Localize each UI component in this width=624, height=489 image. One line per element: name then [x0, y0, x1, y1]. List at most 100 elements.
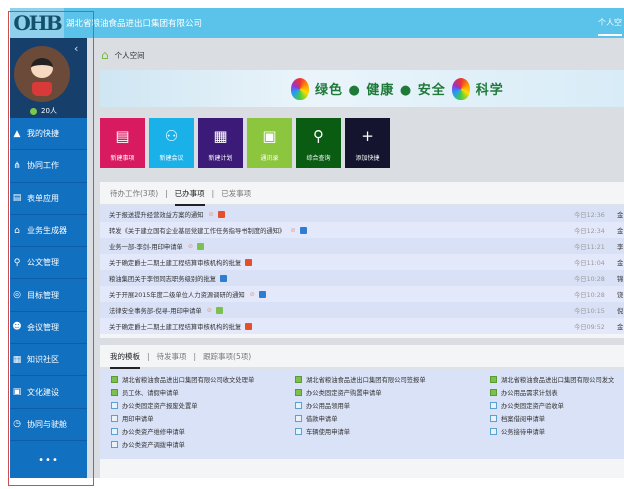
- form-icon: [490, 428, 497, 435]
- attachment-icon: ⊘: [249, 290, 255, 298]
- tab-separator: |: [193, 351, 197, 361]
- tab[interactable]: 已办事项: [174, 182, 205, 206]
- tab[interactable]: 待发事项: [157, 351, 187, 362]
- tab[interactable]: 已发事项: [221, 188, 251, 199]
- online-status-icon: [30, 107, 37, 115]
- tile-label: 综合查询: [306, 155, 331, 162]
- template-item[interactable]: 办公用品需求计划表: [490, 386, 624, 399]
- template-item[interactable]: 用印申请单: [111, 412, 295, 425]
- tile-label: 新建事项: [110, 155, 135, 162]
- slogan-banner: 绿色 ● 健康 ● 安全 科学: [100, 70, 624, 107]
- sidebar-item-label: 协同与驶舱: [27, 419, 67, 429]
- template-item[interactable]: 办公类固定资产报废处置单: [111, 399, 295, 412]
- work-row[interactable]: 关于确定爵士二期土建工程结算审核机构的批复 今日11:04 金: [100, 254, 624, 270]
- sidebar-item-label: 公文管理: [27, 258, 59, 268]
- row-title[interactable]: 关于确定爵士二期土建工程结算审核机构的批复: [109, 322, 241, 331]
- row-title[interactable]: 转发《关于建立国有企业基层党建工作任务指导书制度的通知》: [109, 226, 285, 235]
- tile-label: 添加快捷: [355, 155, 380, 162]
- form-icon: [490, 376, 497, 383]
- template-label: 车辆使用申请单: [306, 429, 351, 436]
- row-title[interactable]: 关于报送提升经营效益方案的通知: [109, 210, 203, 219]
- avatar[interactable]: [14, 46, 70, 102]
- tab[interactable]: 我的模板: [110, 345, 140, 369]
- doc-type-icon: [258, 290, 266, 298]
- row-time: 今日10:15: [574, 307, 605, 315]
- sidebar-item[interactable]: ◷ 协同与驶舱: [10, 409, 87, 441]
- row-title[interactable]: 关于开展2015年度二级单位人力资源调研的通知: [109, 290, 245, 299]
- quick-tile[interactable]: + 添加快捷: [345, 118, 390, 168]
- row-time: 今日12:36: [574, 211, 605, 219]
- row-title[interactable]: 粮油集团关于李恒同志职务级别的批复: [109, 274, 216, 283]
- sidebar-item-label: 表单应用: [27, 193, 59, 203]
- sidebar-item[interactable]: ⚲ 公文管理: [10, 247, 87, 280]
- template-item[interactable]: 车辆使用申请单: [295, 425, 490, 438]
- home-icon[interactable]: ⌂: [101, 48, 109, 62]
- main-content: ⌂ 个人空间 绿色 ● 健康 ● 安全 科学 ▤ 新建事项 ⚇ 新建会议 ▦ 新建计划 ▣ 通讯…: [87, 38, 624, 478]
- tile-label: 新建计划: [208, 155, 233, 162]
- template-label: 办公类资产调拨申请单: [122, 442, 185, 449]
- template-item[interactable]: 办公类资产维修申请单: [111, 425, 295, 438]
- template-item[interactable]: 档案借阅申请单: [490, 412, 624, 425]
- quick-tile[interactable]: ⚲ 综合查询: [296, 118, 341, 168]
- sidebar-item-label: 业务生成器: [27, 226, 67, 236]
- sidebar-item-label: 知识社区: [27, 355, 59, 365]
- attachment-icon: ⊘: [208, 210, 214, 218]
- sidebar-item[interactable]: ▤ 表单应用: [10, 183, 87, 215]
- row-title[interactable]: 业务一部-李剑-用印申请单: [109, 242, 183, 251]
- row-sender: 锦: [617, 275, 624, 283]
- form-icon: [295, 389, 302, 396]
- tile-icon: +: [361, 127, 374, 145]
- sidebar-item[interactable]: ⌂ 业务生成器: [10, 215, 87, 248]
- template-label: 员工休、请假申请单: [122, 390, 179, 397]
- sidebar-item[interactable]: ☻ 会议管理: [10, 312, 87, 345]
- balloon-icon: [451, 77, 470, 100]
- template-label: 湖北省粮油食品进出口集团有限公司发文: [501, 377, 615, 384]
- tab[interactable]: 待办工作(3项): [110, 188, 158, 199]
- work-row[interactable]: 粮油集团关于李恒同志职务级别的批复 今日10:28 锦: [100, 270, 624, 286]
- template-label: 办公类资产维修申请单: [122, 429, 185, 436]
- nav-icon: ▦: [12, 354, 22, 365]
- quick-tile[interactable]: ⚇ 新建会议: [149, 118, 194, 168]
- attachment-icon: ⊘: [206, 306, 212, 314]
- row-sender: 金: [617, 259, 624, 267]
- work-row[interactable]: 关于开展2015年度二级单位人力资源调研的通知 ⊘ 今日10:28 饶: [100, 286, 624, 302]
- online-count: 20人: [30, 106, 57, 116]
- work-row[interactable]: 转发《关于建立国有企业基层党建工作任务指导书制度的通知》 ⊘ 今日12:34 金: [100, 222, 624, 238]
- sidebar-item[interactable]: ▦ 知识社区: [10, 344, 87, 377]
- breadcrumb: ⌂ 个人空间: [101, 48, 145, 62]
- template-item[interactable]: 湖北省粮油食品进出口集团有限公司签报单: [295, 373, 490, 386]
- template-item[interactable]: 湖北省粮油食品进出口集团有限公司收文处理单: [111, 373, 295, 386]
- template-item[interactable]: 借款申请单: [295, 412, 490, 425]
- template-item[interactable]: 办公类固定资产购置申请单: [295, 386, 490, 399]
- quick-tile[interactable]: ▣ 通讯录: [247, 118, 292, 168]
- form-icon: [111, 428, 118, 435]
- template-item[interactable]: 员工休、请假申请单: [111, 386, 295, 399]
- sidebar-item[interactable]: ▲ 我的快捷: [10, 118, 87, 151]
- work-row[interactable]: 关于报送提升经营效益方案的通知 ⊘ 今日12:36 金: [100, 206, 624, 222]
- work-row[interactable]: 法律安全事务部-倪寻-用印申请单 ⊘ 今日10:15 倪: [100, 302, 624, 318]
- sidebar-item[interactable]: ▣ 文化建设: [10, 376, 87, 409]
- row-time: 今日11:04: [574, 259, 605, 267]
- collapse-sidebar-icon[interactable]: ‹: [74, 42, 78, 55]
- work-row[interactable]: 业务一部-李剑-用印申请单 ⊘ 今日11:21 李: [100, 238, 624, 254]
- templates-panel: 我的模板 | 待发事项 | 跟踪事项(5项) 湖北省粮油食品进出口集团有限公司收文处理单…: [100, 345, 624, 478]
- quick-tile[interactable]: ▦ 新建计划: [198, 118, 243, 168]
- row-title[interactable]: 法律安全事务部-倪寻-用印申请单: [109, 306, 202, 315]
- row-time: 今日09:52: [574, 323, 605, 331]
- more-button[interactable]: •••: [10, 441, 87, 481]
- quick-tiles: ▤ 新建事项 ⚇ 新建会议 ▦ 新建计划 ▣ 通讯录 ⚲ 综合查询 + 添加快捷: [100, 118, 390, 168]
- template-label: 办公用品领用单: [306, 403, 351, 410]
- tab[interactable]: 跟踪事项(5项): [203, 351, 251, 362]
- sidebar-item[interactable]: ◎ 目标管理: [10, 279, 87, 312]
- template-item[interactable]: 办公类固定资产验收单: [490, 399, 624, 412]
- sidebar-item[interactable]: ⋔ 协同工作: [10, 150, 87, 183]
- template-item[interactable]: 办公用品领用单: [295, 399, 490, 412]
- tab-personal-space[interactable]: 个人空: [598, 17, 622, 36]
- template-label: 湖北省粮油食品进出口集团有限公司收文处理单: [122, 377, 255, 384]
- row-title[interactable]: 关于确定爵士二期土建工程结算审核机构的批复: [109, 258, 241, 267]
- work-row[interactable]: 关于确定爵士二期土建工程结算审核机构的批复 今日09:52 金: [100, 318, 624, 334]
- template-item[interactable]: 湖北省粮油食品进出口集团有限公司发文: [490, 373, 624, 386]
- quick-tile[interactable]: ▤ 新建事项: [100, 118, 145, 168]
- template-item[interactable]: 公务接待申请单: [490, 425, 624, 438]
- template-item[interactable]: 办公类资产调拨申请单: [111, 438, 295, 451]
